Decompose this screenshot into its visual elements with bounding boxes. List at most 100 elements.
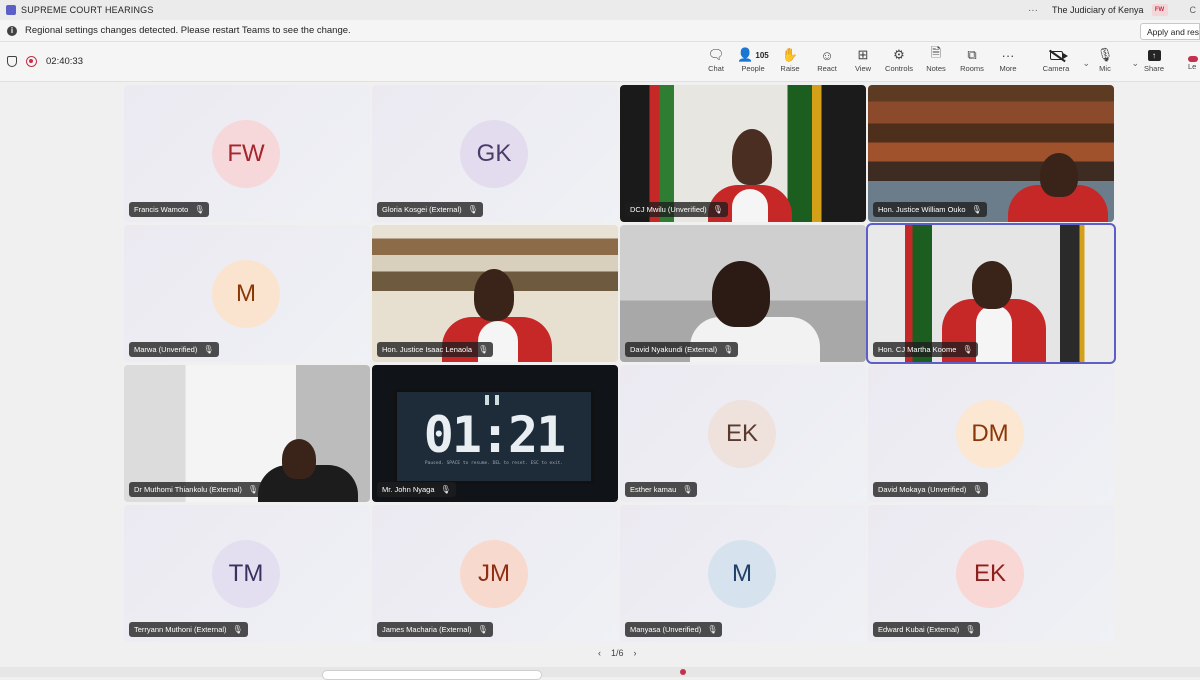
participant-name-tag: Francis Wamoto 🎙	[129, 202, 210, 217]
participant-tile[interactable]: M Manyasa (Unverified) 🎙	[620, 505, 866, 642]
page-indicator: 1/6	[611, 648, 624, 658]
share-label: Share	[1143, 64, 1164, 73]
chat-icon: 🗨	[707, 47, 725, 62]
mic-muted-icon: 🎙	[440, 485, 451, 494]
gallery-pager: ‹ 1/6 ›	[598, 648, 637, 658]
react-label: React	[817, 64, 837, 73]
notes-label: Notes	[926, 64, 946, 73]
apply-restart-button[interactable]: Apply and resta	[1140, 23, 1200, 40]
mic-muted-icon: 🎙	[232, 625, 243, 634]
people-label: People	[741, 64, 765, 73]
banner-message: Regional settings changes detected. Plea…	[25, 25, 351, 36]
participant-name-tag: Terryann Muthoni (External) 🎙	[129, 622, 248, 637]
user-avatar[interactable]: FW	[1151, 4, 1168, 16]
avatar: DM	[956, 400, 1024, 468]
notification-dot-icon	[680, 669, 686, 675]
participant-name-tag: Hon. Justice Isaac Lenaola 🎙	[377, 342, 494, 357]
chat-button[interactable]: 🗨 Chat	[696, 46, 736, 80]
participant-name-tag: Hon. Justice William Ouko 🎙	[873, 202, 987, 217]
mic-muted-icon: 🎙	[707, 625, 718, 634]
participant-video-tile[interactable]: David Nyakundi (External) 🎙	[620, 225, 866, 362]
avatar: TM	[212, 540, 280, 608]
participant-tile[interactable]: FW Francis Wamoto 🎙	[124, 85, 370, 222]
participant-tile[interactable]: EK Esther kamau 🎙	[620, 365, 866, 502]
pause-icon	[485, 395, 499, 405]
avatar: M	[708, 540, 776, 608]
participant-tile[interactable]: EK Edward Kubai (External) 🎙	[868, 505, 1114, 642]
participant-name-tag: David Mokaya (Unverified) 🎙	[873, 482, 988, 497]
avatar: EK	[956, 540, 1024, 608]
chevron-left-icon[interactable]: ‹	[598, 648, 601, 658]
participant-tile[interactable]: TM Terryann Muthoni (External) 🎙	[124, 505, 370, 642]
participant-tile[interactable]: GK Gloria Kosgei (External) 🎙	[372, 85, 618, 222]
participant-name-tag: Marwa (Unverified) 🎙	[129, 342, 219, 357]
participant-tile[interactable]: JM James Macharia (External) 🎙	[372, 505, 618, 642]
rooms-label: Rooms	[960, 64, 984, 73]
participant-name-tag: Manyasa (Unverified) 🎙	[625, 622, 723, 637]
mic-muted-icon: 🎙	[247, 485, 258, 494]
participant-tile[interactable]: DM David Mokaya (Unverified) 🎙	[868, 365, 1114, 502]
shield-icon[interactable]	[7, 56, 17, 67]
participant-name-tag: DCJ Mwilu (Unverified) 🎙	[625, 202, 728, 217]
participant-tile[interactable]: M Marwa (Unverified) 🎙	[124, 225, 370, 362]
chat-label: Chat	[708, 64, 724, 73]
controls-icon: ⚙	[893, 47, 905, 62]
video-face	[282, 439, 316, 479]
video-collar	[976, 305, 1012, 362]
participant-video-tile[interactable]: Dr Muthomi Thiankolu (External) 🎙	[124, 365, 370, 502]
more-label: More	[999, 64, 1017, 73]
countdown-hint: Paused. SPACE to resume. DEL to reset. E…	[424, 461, 564, 466]
camera-label: Camera	[1042, 64, 1070, 73]
participant-name-tag: Mr. John Nyaga 🎙	[377, 482, 456, 497]
participant-video-tile[interactable]: DCJ Mwilu (Unverified) 🎙	[620, 85, 866, 222]
taskbar-search[interactable]	[322, 670, 542, 680]
raise-hand-icon: ✋	[781, 47, 799, 62]
chevron-right-icon[interactable]: ›	[634, 648, 637, 658]
org-name[interactable]: The Judiciary of Kenya	[1052, 5, 1144, 15]
teams-logo-icon	[6, 5, 16, 15]
grid-view-icon: ⊞	[857, 47, 869, 62]
notes-button[interactable]: 🗎 Notes	[916, 45, 956, 80]
participant-name-tag: Gloria Kosgei (External) 🎙	[377, 202, 483, 217]
recording-icon[interactable]	[26, 56, 37, 67]
participant-name-tag: James Macharia (External) 🎙	[377, 622, 493, 637]
emoji-icon: ☺	[820, 47, 834, 63]
video-face	[474, 269, 514, 321]
mic-muted-icon: 🎙	[972, 485, 983, 494]
people-button[interactable]: 👤 105 People	[733, 46, 773, 80]
mic-button[interactable]: 🎙 Mic ⌄	[1085, 46, 1139, 80]
participant-video-tile-active-speaker[interactable]: Hon. CJ Martha Koome 🎙	[866, 223, 1116, 364]
raise-label: Raise	[780, 64, 800, 73]
participant-video-tile[interactable]: Hon. Justice Isaac Lenaola 🎙	[372, 225, 618, 362]
raise-button[interactable]: ✋ Raise	[770, 46, 810, 80]
leave-button[interactable]: Le	[1188, 48, 1200, 78]
controls-label: Controls	[885, 64, 913, 73]
mic-muted-icon: 🎙	[682, 485, 693, 494]
participant-video-tile[interactable]: Hon. Justice William Ouko 🎙	[868, 85, 1114, 222]
video-face	[732, 129, 772, 185]
countdown-timer-screen: 01:21 Paused. SPACE to resume. DEL to re…	[394, 389, 594, 484]
view-label: View	[854, 64, 872, 73]
mic-muted-icon: 🎙	[467, 205, 478, 214]
rooms-icon: ⧉	[967, 47, 977, 62]
more-icon: ···	[1001, 47, 1015, 63]
view-button[interactable]: ⊞ View	[843, 46, 883, 80]
mic-label: Mic	[1099, 64, 1111, 73]
mic-muted-icon: 🎙	[723, 345, 734, 354]
controls-button[interactable]: ⚙ Controls	[879, 46, 919, 80]
more-horizontal-icon[interactable]: ···	[1028, 5, 1038, 16]
meeting-toolbar: 02:40:33 🗨 Chat 👤 105 People ✋ Raise ☺ Re…	[0, 42, 1200, 82]
react-button[interactable]: ☺ React	[807, 46, 847, 80]
rooms-button[interactable]: ⧉ Rooms	[952, 46, 992, 80]
more-button[interactable]: ··· More	[988, 46, 1028, 80]
mic-muted-icon: 🎙	[971, 205, 982, 214]
notes-icon: 🗎	[930, 45, 942, 60]
participant-video-tile[interactable]: 01:21 Paused. SPACE to resume. DEL to re…	[372, 365, 618, 502]
participant-name-tag: Esther kamau 🎙	[625, 482, 698, 497]
avatar: JM	[460, 540, 528, 608]
window-minimize-icon[interactable]: C	[1190, 5, 1197, 15]
people-icon: 👤 105	[737, 47, 769, 62]
share-button[interactable]: ↑ Share	[1134, 46, 1174, 80]
camera-button[interactable]: Camera ⌄	[1036, 46, 1090, 80]
mic-off-icon: 🎙	[1096, 47, 1114, 62]
